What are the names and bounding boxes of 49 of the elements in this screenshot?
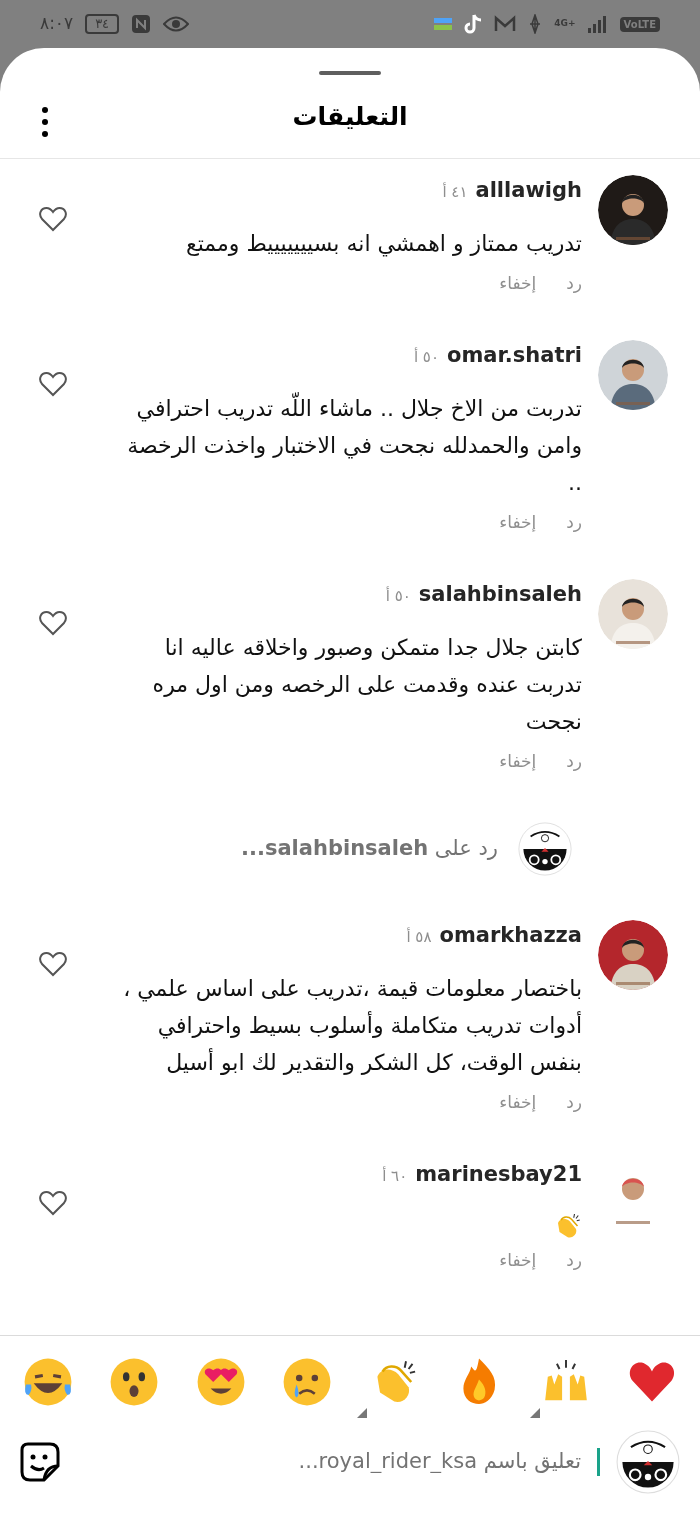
reply-link[interactable]: رد: [566, 509, 582, 535]
like-icon[interactable]: [38, 609, 68, 637]
sticker-icon[interactable]: [20, 1442, 60, 1482]
hide-link[interactable]: إخفاء: [499, 748, 537, 774]
username[interactable]: salahbinsaleh: [418, 579, 582, 609]
hide-link[interactable]: إخفاء: [499, 1247, 537, 1273]
hide-link[interactable]: إخفاء: [499, 509, 537, 535]
eye-icon: [163, 15, 190, 33]
reply-link[interactable]: رد: [566, 748, 582, 774]
nfc-icon: [131, 14, 152, 34]
reply-link[interactable]: رد: [566, 270, 582, 296]
variants-corner-icon: [357, 1407, 368, 1418]
username[interactable]: alllawigh: [475, 175, 582, 205]
music-note-icon: [464, 14, 483, 34]
comment-text: باختصار معلومات قيمة ،تدريب على اساس علمي ، أدوات تدريب متكاملة وأسلوب بسيط واحترافي بنفس الوقت، كل الشكر والتقدير لك ابو أسيل: [122, 975, 582, 1077]
like-icon[interactable]: [38, 1189, 68, 1217]
comment-text: كابتن جلال جدا متمكن وصبور واخلاقه عاليه انا تدربت عنده وقدمت على الرخصه ومن اول مره نجحت: [151, 634, 582, 736]
comment-text: تدربت من الاخ جلال .. ماشاء اللّه تدريب احترافي وامن والحمدلله نجحت في الاختبار واخذت الرخصة ..: [84, 390, 582, 501]
variants-corner-icon: [529, 1407, 540, 1418]
motorcycle-logo-icon: [518, 822, 572, 876]
username[interactable]: omarkhazza: [439, 920, 582, 950]
app-bars-icon: [434, 17, 453, 31]
reply-link[interactable]: رد: [566, 1247, 582, 1273]
drag-handle[interactable]: [319, 71, 381, 75]
like-icon[interactable]: [38, 370, 68, 398]
comment-input[interactable]: تعليق باسم royal_rider_ksa...: [60, 1446, 581, 1478]
like-icon[interactable]: [38, 205, 68, 233]
sheet-title: التعليقات: [292, 100, 408, 133]
like-icon[interactable]: [38, 950, 68, 978]
comment-time: ٤١ أ: [442, 181, 468, 203]
hide-link[interactable]: إخفاء: [499, 1089, 537, 1115]
signal-icon: [587, 15, 608, 33]
reply-link[interactable]: رد: [566, 1089, 582, 1115]
comment-time: ٦٠ أ: [382, 1165, 408, 1187]
motorcycle-logo-icon: [616, 1430, 680, 1494]
mail-icon: [494, 15, 517, 33]
bluetooth-icon: [528, 14, 543, 34]
comment-time: ٥٨ أ: [406, 926, 432, 948]
comment-time: ٥٠ أ: [385, 585, 411, 607]
username[interactable]: omar.shatri: [446, 340, 582, 370]
hide-link[interactable]: إخفاء: [499, 270, 537, 296]
comment-text: تدريب ممتاز و اهمشي انه بسيييييييط وممتع: [184, 230, 582, 259]
status-time: ٨:٠٧: [40, 12, 74, 36]
battery-indicator: ٣٤: [85, 14, 120, 34]
username[interactable]: marinesbay21: [415, 1159, 582, 1189]
comment-time: ٥٠ أ: [413, 346, 439, 368]
text-cursor: [597, 1448, 600, 1476]
volte-badge: VoLTE: [619, 16, 660, 32]
network-type: 4G+: [554, 17, 576, 31]
